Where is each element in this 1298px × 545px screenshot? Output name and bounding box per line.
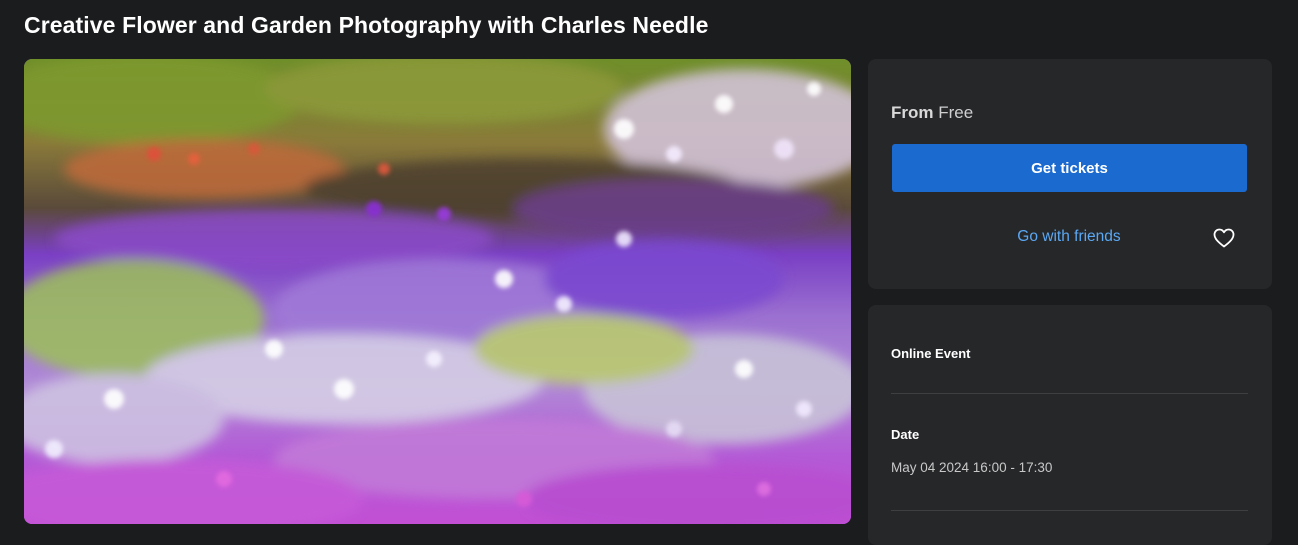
date-label: Date — [891, 427, 920, 442]
event-info-card: Online Event Date May 04 2024 16:00 - 17… — [868, 305, 1272, 545]
price-info: From Free — [891, 103, 973, 123]
price-value: Free — [938, 103, 974, 122]
get-tickets-button[interactable]: Get tickets — [892, 144, 1247, 192]
event-title: Creative Flower and Garden Photography w… — [24, 12, 709, 38]
event-hero-image — [24, 59, 851, 524]
ticket-card: From Free Get tickets Go with friends — [868, 59, 1272, 289]
go-with-friends-link[interactable]: Go with friends — [998, 225, 1140, 249]
flower-field-image — [24, 59, 851, 524]
price-prefix: From — [891, 103, 934, 122]
location-label: Online Event — [891, 346, 971, 361]
heart-icon[interactable] — [1212, 227, 1236, 249]
divider — [891, 393, 1248, 394]
date-value: May 04 2024 16:00 - 17:30 — [891, 460, 1053, 475]
divider — [891, 510, 1248, 511]
